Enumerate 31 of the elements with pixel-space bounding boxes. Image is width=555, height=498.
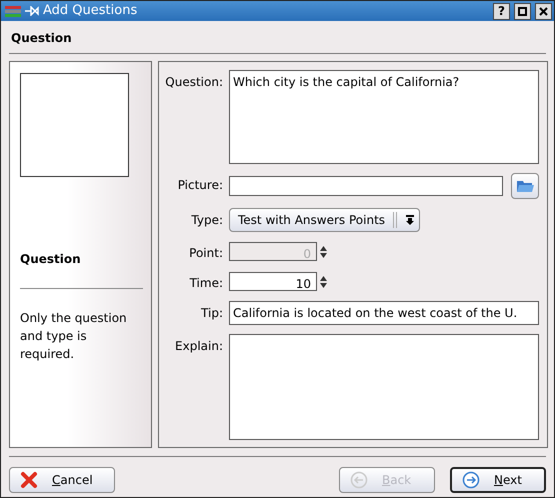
dropdown-arrow-icon xyxy=(405,214,416,226)
next-button[interactable]: Next xyxy=(450,467,546,493)
field-label: Picture: xyxy=(176,177,224,194)
field-label: Explain: xyxy=(174,338,224,355)
cancel-button[interactable]: Cancel xyxy=(9,467,115,493)
text-area[interactable]: Which city is the capital of California? xyxy=(229,70,539,164)
input-field[interactable]: California is located on the west coast of the U. xyxy=(229,301,539,325)
help-button[interactable]: ? xyxy=(493,2,510,20)
text-area[interactable] xyxy=(229,334,539,440)
page-title: Question xyxy=(10,30,73,47)
input-field[interactable] xyxy=(229,176,503,196)
field-label: Time: xyxy=(188,275,224,292)
maximize-button[interactable] xyxy=(514,2,531,20)
side-note: Only the question and type is required. xyxy=(20,310,128,363)
maximize-icon xyxy=(518,6,527,16)
spin-arrows-icon[interactable] xyxy=(319,244,328,258)
close-icon xyxy=(539,6,548,16)
field-label: Tip: xyxy=(200,305,224,322)
cancel-icon xyxy=(20,471,38,489)
field-label: Type: xyxy=(190,212,224,229)
spin-field[interactable]: 10 xyxy=(229,272,317,291)
type-dropdown[interactable]: Test with Answers Points xyxy=(229,208,420,232)
field-label: Point: xyxy=(188,245,224,262)
close-button[interactable] xyxy=(535,2,552,20)
pin-icon[interactable] xyxy=(25,6,39,16)
browse-button[interactable] xyxy=(511,173,539,199)
side-heading: Question xyxy=(20,251,82,268)
window-title: Add Questions xyxy=(43,2,138,20)
spin-arrows-icon[interactable] xyxy=(319,274,328,288)
folder-icon xyxy=(516,179,534,193)
field-label: Question: xyxy=(165,74,224,91)
